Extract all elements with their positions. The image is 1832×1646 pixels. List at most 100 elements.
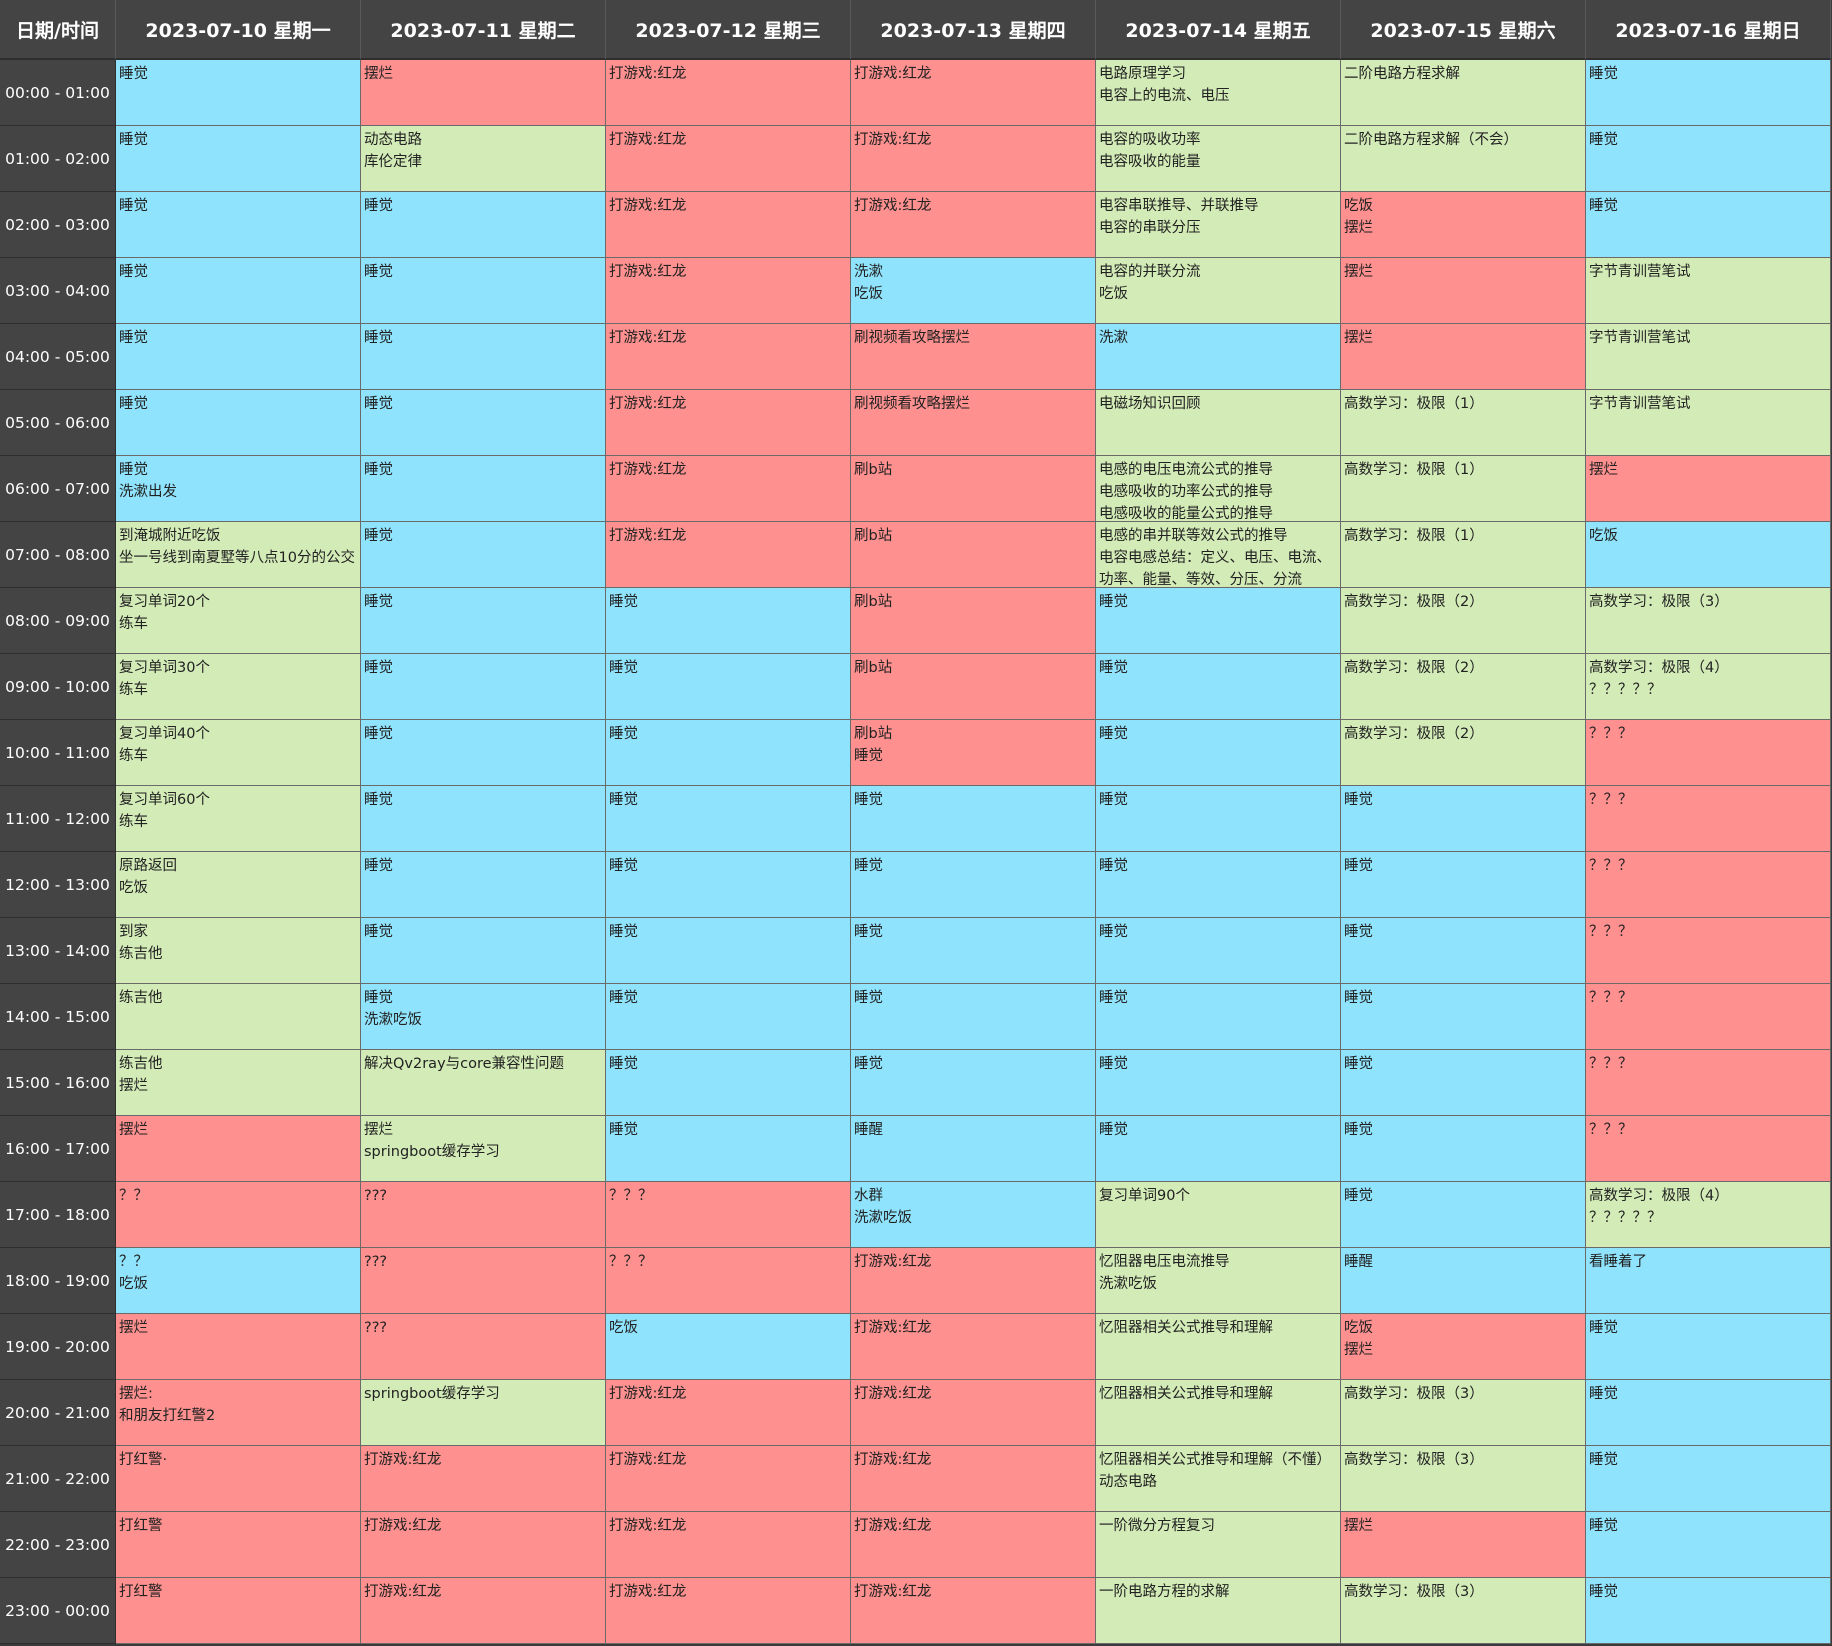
schedule-cell[interactable]: 睡觉 (1096, 852, 1341, 918)
schedule-cell[interactable]: ？？？ (1586, 720, 1831, 786)
schedule-cell[interactable]: 高数学习：极限（1） (1341, 456, 1586, 522)
schedule-cell[interactable]: 吃饭 摆烂 (1341, 1314, 1586, 1380)
schedule-cell[interactable]: 刷b站 睡觉 (851, 720, 1096, 786)
schedule-cell[interactable]: 高数学习：极限（2） (1341, 720, 1586, 786)
schedule-cell[interactable]: 睡觉 (606, 654, 851, 720)
schedule-cell[interactable]: 睡觉 (1341, 1050, 1586, 1116)
schedule-cell[interactable]: 打红警 (116, 1512, 361, 1578)
schedule-cell[interactable]: 字节青训营笔试 (1586, 390, 1831, 456)
schedule-cell[interactable]: 电容的并联分流 吃饭 (1096, 258, 1341, 324)
schedule-cell[interactable]: 睡觉 (116, 126, 361, 192)
schedule-cell[interactable]: 电容串联推导、并联推导 电容的串联分压 (1096, 192, 1341, 258)
schedule-cell[interactable]: 睡觉 洗漱吃饭 (361, 984, 606, 1050)
schedule-cell[interactable]: 打游戏:红龙 (851, 1248, 1096, 1314)
schedule-cell[interactable]: 睡觉 (606, 1116, 851, 1182)
schedule-cell[interactable]: 打游戏:红龙 (851, 1578, 1096, 1644)
schedule-cell[interactable]: 睡觉 (1096, 1050, 1341, 1116)
schedule-cell[interactable]: 睡觉 (361, 390, 606, 456)
schedule-cell[interactable]: 睡觉 (1586, 1578, 1831, 1644)
schedule-cell[interactable]: 打游戏:红龙 (606, 192, 851, 258)
schedule-cell[interactable]: 高数学习：极限（2） (1341, 654, 1586, 720)
schedule-cell[interactable]: 睡觉 (361, 588, 606, 654)
schedule-cell[interactable]: 刷b站 (851, 588, 1096, 654)
schedule-cell[interactable]: 电容的吸收功率 电容吸收的能量 (1096, 126, 1341, 192)
schedule-cell[interactable]: 打游戏:红龙 (606, 522, 851, 588)
schedule-cell[interactable]: 睡觉 (1096, 654, 1341, 720)
schedule-cell[interactable]: 一阶电路方程的求解 (1096, 1578, 1341, 1644)
schedule-cell[interactable]: 睡觉 (361, 522, 606, 588)
schedule-cell[interactable]: 打红警 (116, 1578, 361, 1644)
schedule-cell[interactable]: 忆阻器电压电流推导 洗漱吃饭 (1096, 1248, 1341, 1314)
schedule-cell[interactable]: 高数学习：极限（1） (1341, 390, 1586, 456)
schedule-cell[interactable]: 高数学习：极限（2） (1341, 588, 1586, 654)
schedule-cell[interactable]: 睡觉 (1341, 984, 1586, 1050)
schedule-cell[interactable]: 字节青训营笔试 (1586, 258, 1831, 324)
schedule-cell[interactable]: springboot缓存学习 (361, 1380, 606, 1446)
schedule-cell[interactable]: 动态电路 库伦定律 (361, 126, 606, 192)
schedule-cell[interactable]: 睡觉 (851, 786, 1096, 852)
schedule-cell[interactable]: ？？？ (606, 1248, 851, 1314)
schedule-cell[interactable]: 刷b站 (851, 456, 1096, 522)
schedule-cell[interactable]: 打游戏:红龙 (851, 60, 1096, 126)
schedule-cell[interactable]: ？？ (116, 1182, 361, 1248)
schedule-cell[interactable]: 睡觉 (606, 984, 851, 1050)
schedule-cell[interactable]: 睡觉 (361, 918, 606, 984)
schedule-cell[interactable]: 忆阻器相关公式推导和理解 (1096, 1314, 1341, 1380)
schedule-cell[interactable]: 睡觉 (606, 588, 851, 654)
schedule-cell[interactable]: 摆烂 springboot缓存学习 (361, 1116, 606, 1182)
schedule-cell[interactable]: 打游戏:红龙 (606, 1512, 851, 1578)
schedule-cell[interactable]: 洗漱 吃饭 (851, 258, 1096, 324)
schedule-cell[interactable]: 睡觉 (851, 1050, 1096, 1116)
schedule-cell[interactable]: 打游戏:红龙 (851, 1380, 1096, 1446)
schedule-cell[interactable]: 睡觉 (1586, 1314, 1831, 1380)
schedule-cell[interactable]: 练吉他 (116, 984, 361, 1050)
schedule-cell[interactable]: 睡觉 (1586, 192, 1831, 258)
schedule-cell[interactable]: 摆烂 (1341, 324, 1586, 390)
schedule-cell[interactable]: 打游戏:红龙 (606, 1578, 851, 1644)
schedule-cell[interactable]: 电磁场知识回顾 (1096, 390, 1341, 456)
schedule-cell[interactable]: 睡觉 (116, 192, 361, 258)
schedule-cell[interactable]: 睡觉 (1096, 720, 1341, 786)
schedule-cell[interactable]: 一阶微分方程复习 (1096, 1512, 1341, 1578)
schedule-cell[interactable]: 到淹城附近吃饭 坐一号线到南夏墅等八点10分的公交 (116, 522, 361, 588)
schedule-cell[interactable]: 睡觉 洗漱出发 (116, 456, 361, 522)
schedule-cell[interactable]: 摆烂 (1341, 1512, 1586, 1578)
schedule-cell[interactable]: 复习单词40个 练车 (116, 720, 361, 786)
schedule-cell[interactable]: 睡醒 (851, 1116, 1096, 1182)
schedule-cell[interactable]: 睡觉 (606, 720, 851, 786)
schedule-cell[interactable]: 吃饭 摆烂 (1341, 192, 1586, 258)
schedule-cell[interactable]: 睡觉 (361, 258, 606, 324)
schedule-cell[interactable]: ？？？ (1586, 984, 1831, 1050)
schedule-cell[interactable]: 刷视频看攻略摆烂 (851, 324, 1096, 390)
schedule-cell[interactable]: 睡觉 (606, 786, 851, 852)
schedule-cell[interactable]: 复习单词20个 练车 (116, 588, 361, 654)
schedule-cell[interactable]: 睡觉 (361, 324, 606, 390)
schedule-cell[interactable]: 高数学习：极限（4） ？？？？？ (1586, 1182, 1831, 1248)
schedule-cell[interactable]: 二阶电路方程求解 (1341, 60, 1586, 126)
schedule-cell[interactable]: 解决Qv2ray与core兼容性问题 (361, 1050, 606, 1116)
schedule-cell[interactable]: 睡觉 (1341, 918, 1586, 984)
schedule-cell[interactable]: 吃饭 (1586, 522, 1831, 588)
schedule-cell[interactable]: 打游戏:红龙 (851, 1314, 1096, 1380)
schedule-cell[interactable]: 打游戏:红龙 (851, 126, 1096, 192)
schedule-cell[interactable]: 忆阻器相关公式推导和理解（不懂） 动态电路 (1096, 1446, 1341, 1512)
schedule-cell[interactable]: 摆烂 (116, 1116, 361, 1182)
schedule-cell[interactable]: 睡醒 (1341, 1248, 1586, 1314)
schedule-cell[interactable]: ？？？ (606, 1182, 851, 1248)
schedule-cell[interactable]: 复习单词30个 练车 (116, 654, 361, 720)
schedule-cell[interactable]: 高数学习：极限（3） (1341, 1446, 1586, 1512)
schedule-cell[interactable]: 睡觉 (1341, 852, 1586, 918)
schedule-cell[interactable]: 睡觉 (851, 918, 1096, 984)
schedule-cell[interactable]: 睡觉 (116, 258, 361, 324)
schedule-cell[interactable]: 高数学习：极限（1） (1341, 522, 1586, 588)
schedule-cell[interactable]: 摆烂: 和朋友打红警2 (116, 1380, 361, 1446)
schedule-cell[interactable]: 打游戏:红龙 (606, 1380, 851, 1446)
schedule-cell[interactable]: 吃饭 (606, 1314, 851, 1380)
schedule-cell[interactable]: 睡觉 (851, 852, 1096, 918)
schedule-cell[interactable]: 摆烂 (1341, 258, 1586, 324)
schedule-cell[interactable]: 复习单词60个 练车 (116, 786, 361, 852)
schedule-cell[interactable]: ??? (361, 1182, 606, 1248)
schedule-cell[interactable]: 水群 洗漱吃饭 (851, 1182, 1096, 1248)
schedule-cell[interactable]: 打游戏:红龙 (606, 390, 851, 456)
schedule-cell[interactable]: 睡觉 (606, 1050, 851, 1116)
